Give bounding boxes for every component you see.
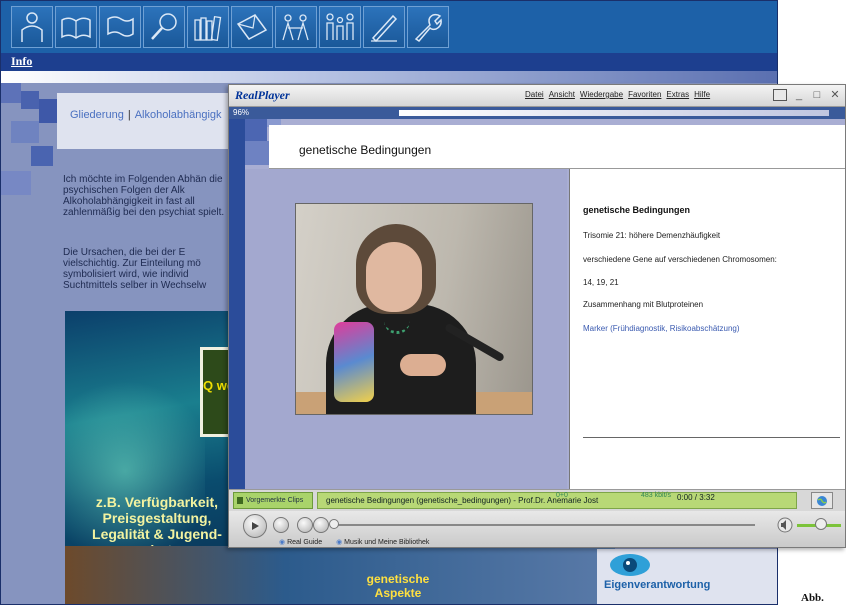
person-icon[interactable] (11, 6, 53, 48)
realplayer-window: RealPlayer Datei Ansicht Wiedergabe Favo… (228, 84, 846, 548)
pen-icon[interactable] (363, 6, 405, 48)
site-info-bar (1, 53, 777, 71)
volume-handle[interactable] (815, 518, 827, 530)
menu-ansicht[interactable]: Ansicht (549, 90, 575, 99)
menu-wiedergabe[interactable]: Wiedergabe (580, 90, 623, 99)
eigenverantwortung-link[interactable]: Eigenverantwortung (604, 579, 710, 591)
slide-text-line: Zusammenhang mit Blutproteinen (583, 300, 704, 309)
video-speaker-hand (400, 354, 446, 376)
breadcrumb-item-gliederung[interactable]: Gliederung (70, 109, 124, 121)
slide-text-title: genetische Bedingungen (583, 205, 691, 215)
breadcrumb: Gliederung | Alkoholabhängigk (70, 109, 222, 121)
clip-time: 0:00 / 3:32 (677, 493, 715, 502)
clip-bitrate: 483 kbit/s (641, 492, 671, 499)
decor-square (11, 121, 39, 143)
maximize-icon[interactable]: □ (811, 89, 823, 101)
play-icon (252, 522, 259, 530)
next-button[interactable] (313, 517, 329, 533)
books-icon[interactable] (187, 6, 229, 48)
flag-icon[interactable] (99, 6, 141, 48)
magnifier-icon[interactable] (143, 6, 185, 48)
seek-bar[interactable] (335, 524, 755, 526)
presentation-left-bar (229, 119, 245, 489)
stop-button[interactable] (273, 517, 289, 533)
slide-title: genetische Bedingungen (299, 143, 432, 157)
eye-icon (610, 554, 650, 576)
site-illustration-bottom (65, 546, 615, 604)
slide-text-line: Trisomie 21: höhere Demenzhäufigkeit (583, 231, 721, 240)
decor-square (21, 91, 39, 109)
decor-square (245, 119, 267, 141)
book-icon[interactable] (55, 6, 97, 48)
saved-clips-button[interactable]: Vorgemerkte Clips (233, 492, 313, 509)
realplayer-logo: RealPlayer (235, 88, 290, 103)
volume-icon[interactable] (777, 517, 793, 533)
globe-icon[interactable] (811, 492, 833, 509)
real-guide-link[interactable]: Real Guide (279, 538, 322, 546)
decor-square (1, 83, 21, 103)
breadcrumb-separator: | (127, 109, 131, 121)
video-speaker-face (366, 242, 422, 312)
video-speaker-scarf (334, 322, 374, 402)
seek-handle[interactable] (329, 519, 339, 529)
slide-text-divider (583, 437, 840, 438)
realplayer-logo-text: RealPlayer (235, 88, 290, 102)
wrench-icon[interactable] (407, 6, 449, 48)
info-link[interactable]: Info (11, 54, 32, 69)
family-icon[interactable] (319, 6, 361, 48)
zoom-level[interactable]: 96% (233, 108, 249, 117)
site-breadcrumb-card (57, 93, 247, 149)
decor-square (31, 146, 53, 166)
menu-extras[interactable]: Extras (666, 90, 689, 99)
close-icon[interactable]: ✕ (829, 88, 841, 101)
menu-favoriten[interactable]: Favoriten (628, 90, 661, 99)
window-controls: _ □ ✕ (773, 88, 841, 101)
realplayer-status-gradient (399, 110, 829, 116)
decor-square (245, 141, 269, 165)
decor-square (1, 171, 31, 195)
decor-square (39, 99, 57, 123)
clip-info-bar: Vorgemerkte Clips genetische Bedingungen… (229, 489, 845, 511)
people-group-icon[interactable] (275, 6, 317, 48)
realplayer-titlebar[interactable]: RealPlayer Datei Ansicht Wiedergabe Favo… (229, 85, 845, 107)
lecture-video[interactable] (295, 203, 533, 415)
music-library-link[interactable]: Musik und Meine Bibliothek (336, 538, 429, 546)
screen: Gliederung | Alkoholabhängigk Ich möchte i… (0, 0, 846, 605)
slide-text-line: 14, 19, 21 (583, 278, 619, 287)
realplayer-menubar: Datei Ansicht Wiedergabe Favoriten Extra… (525, 90, 710, 99)
site-paragraph-2: Die Ursachen, die bei der E vielschichti… (63, 247, 207, 291)
site-icon-toolbar (1, 1, 777, 53)
previous-button[interactable] (297, 517, 313, 533)
menu-hilfe[interactable]: Hilfe (694, 90, 710, 99)
figure-label: Abb. (801, 592, 824, 604)
monitor-icon[interactable] (773, 88, 787, 101)
site-paragraph-1: Ich möchte im Folgenden Abhän die psychi… (63, 174, 225, 218)
site-gradient-line (1, 71, 777, 83)
genetic-aspects-caption: genetische Aspekte (366, 572, 430, 600)
minimize-icon[interactable]: _ (793, 89, 805, 101)
clip-status: 0+0 (556, 492, 568, 499)
breadcrumb-item-alkohol[interactable]: Alkoholabhängigk (135, 109, 222, 121)
slide-text-line: verschiedene Gene auf verschiedenen Chro… (583, 255, 777, 264)
envelope-icon[interactable] (231, 6, 273, 48)
marker-link[interactable]: Marker (Frühdiagnostik, Risikoabschätzun… (583, 324, 740, 333)
player-bottom-links: Real Guide Musik und Meine Bibliothek (279, 538, 429, 546)
play-button[interactable] (243, 514, 267, 538)
menu-datei[interactable]: Datei (525, 90, 544, 99)
